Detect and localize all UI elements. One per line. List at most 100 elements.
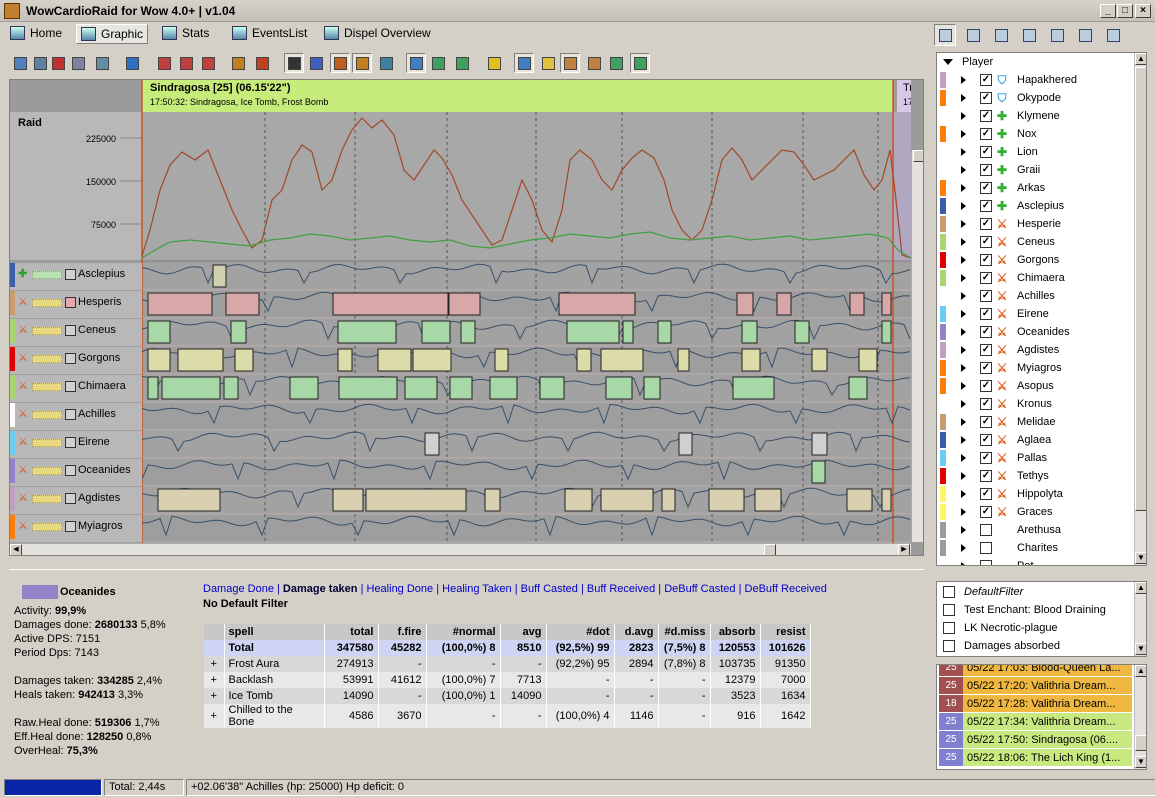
- player-checkbox[interactable]: ✓: [980, 110, 992, 122]
- stat-filter-link[interactable]: Damage taken: [283, 583, 358, 595]
- player-checkbox[interactable]: ✓: [980, 434, 992, 446]
- toolbar-button-5[interactable]: [92, 53, 112, 73]
- player-checkbox[interactable]: ✓: [980, 146, 992, 158]
- player-item[interactable]: Pet: [937, 558, 1132, 565]
- tab-dispel-overview[interactable]: Dispel Overview: [320, 24, 432, 44]
- filter-scrollbar[interactable]: ▲ ▼: [1134, 582, 1146, 656]
- stat-filter-link[interactable]: Buff Received: [587, 583, 655, 595]
- player-checkbox[interactable]: ✓: [980, 308, 992, 320]
- player-checkbox[interactable]: ✓: [980, 416, 992, 428]
- player-item[interactable]: ✓ ⛉ Okypode: [937, 90, 1132, 108]
- toolbar-button-6[interactable]: [122, 53, 142, 73]
- player-checkbox[interactable]: ✓: [980, 200, 992, 212]
- vscroll-thumb[interactable]: [913, 150, 923, 162]
- maximize-button[interactable]: □: [1117, 4, 1133, 18]
- table-row[interactable]: + Ice Tomb 14090- (100,0%) 1 14090- - -3523 163…: [204, 688, 811, 704]
- filter-list[interactable]: DefaultFilter Test Enchant: Blood Drainin…: [936, 581, 1147, 657]
- player-checkbox[interactable]: ✓: [980, 362, 992, 374]
- filter-checkbox[interactable]: [943, 640, 955, 652]
- toolbar-button-10[interactable]: [228, 53, 248, 73]
- tab-home[interactable]: Home: [6, 24, 68, 44]
- toolbar-button-3[interactable]: [48, 53, 68, 73]
- graph-area[interactable]: Sindragosa [25] (06.15'22") 17:50:32: Si…: [9, 79, 924, 556]
- expand-arrow-icon[interactable]: [961, 364, 966, 372]
- player-item[interactable]: ✓ ✚ Lion: [937, 144, 1132, 162]
- expand-arrow-icon[interactable]: [961, 400, 966, 408]
- encounter-list[interactable]: 25 05/22 17:03: Blood-Queen La... 25 05/22 …: [936, 664, 1147, 770]
- column-header[interactable]: [204, 624, 225, 640]
- player-item[interactable]: ✓ ⚔ Ceneus: [937, 234, 1132, 252]
- player-checkbox[interactable]: [980, 560, 992, 565]
- toolbar-button-22[interactable]: [538, 53, 558, 73]
- player-checkbox[interactable]: ✓: [980, 272, 992, 284]
- expand-arrow-icon[interactable]: [961, 292, 966, 300]
- expand-arrow-icon[interactable]: [961, 76, 966, 84]
- player-row-label[interactable]: ⚔ Chimaera: [10, 375, 142, 403]
- player-checkbox[interactable]: ✓: [980, 326, 992, 338]
- player-item[interactable]: ✓ ⚔ Chimaera: [937, 270, 1132, 288]
- encounter-item[interactable]: 25 05/22 17:50: Sindragosa (06....: [939, 731, 1132, 749]
- filter-checkbox[interactable]: [943, 622, 955, 634]
- expand-arrow-icon[interactable]: [961, 130, 966, 138]
- player-checkbox[interactable]: ✓: [980, 344, 992, 356]
- expand-toggle[interactable]: [204, 640, 225, 656]
- expand-arrow-icon[interactable]: [961, 508, 966, 516]
- player-item[interactable]: ✓ ⚔ Asopus: [937, 378, 1132, 396]
- player-item[interactable]: ✓ ⚔ Graces: [937, 504, 1132, 522]
- stat-filter-link[interactable]: Healing Taken: [442, 583, 512, 595]
- filter-scroll-down[interactable]: ▼: [1135, 643, 1146, 655]
- collapse-arrow-icon[interactable]: [943, 59, 953, 65]
- player-row-label[interactable]: ⚔ Eirene: [10, 431, 142, 459]
- expand-arrow-icon[interactable]: [961, 202, 966, 210]
- encounter-item[interactable]: 25 05/22 17:03: Blood-Queen La...: [939, 665, 1132, 677]
- player-item[interactable]: ✓ ✚ Nox: [937, 126, 1132, 144]
- toolbar-button-25[interactable]: [606, 53, 626, 73]
- player-checkbox[interactable]: ✓: [980, 128, 992, 140]
- toolbar-button-1[interactable]: [10, 53, 30, 73]
- player-item[interactable]: ✓ ✚ Arkas: [937, 180, 1132, 198]
- scroll-up-arrow[interactable]: ▲: [1135, 53, 1146, 65]
- filter-scroll-up[interactable]: ▲: [1135, 582, 1146, 594]
- player-checkbox[interactable]: ✓: [980, 506, 992, 518]
- toolbar-button-17[interactable]: [406, 53, 426, 73]
- player-item[interactable]: ✓ ✚ Graii: [937, 162, 1132, 180]
- player-checkbox[interactable]: ✓: [980, 398, 992, 410]
- expand-arrow-icon[interactable]: [961, 148, 966, 156]
- player-checkbox[interactable]: ✓: [980, 74, 992, 86]
- encounter-item[interactable]: 25 05/22 17:34: Valithria Dream...: [939, 713, 1132, 731]
- player-item[interactable]: ✓ ⛉ Hapakhered: [937, 72, 1132, 90]
- toolbar-button-19[interactable]: [452, 53, 472, 73]
- player-tree-thumb[interactable]: [1135, 67, 1146, 511]
- player-item[interactable]: ✓ ⚔ Aglaea: [937, 432, 1132, 450]
- toolbar-button-9[interactable]: [198, 53, 218, 73]
- player-checkbox[interactable]: ✓: [980, 452, 992, 464]
- player-item[interactable]: Charites: [937, 540, 1132, 558]
- expand-arrow-icon[interactable]: [961, 490, 966, 498]
- expand-toggle[interactable]: +: [204, 688, 225, 704]
- scroll-left-arrow[interactable]: ◀: [10, 544, 22, 555]
- expand-arrow-icon[interactable]: [961, 238, 966, 246]
- player-item[interactable]: ✓ ⚔ Tethys: [937, 468, 1132, 486]
- player-item[interactable]: ✓ ⚔ Kronus: [937, 396, 1132, 414]
- player-item[interactable]: ✓ ⚔ Hesperie: [937, 216, 1132, 234]
- graph-horizontal-scrollbar[interactable]: ◀ ▶: [10, 543, 911, 555]
- table-row[interactable]: Total 347580 45282 (100,0%) 8 8510 (92,5%) 99…: [204, 640, 811, 656]
- expand-arrow-icon[interactable]: [961, 220, 966, 228]
- player-row-label[interactable]: ✚ Asclepius: [10, 263, 142, 291]
- expand-arrow-icon[interactable]: [961, 454, 966, 462]
- tab-eventslist[interactable]: EventsList: [228, 24, 310, 44]
- toolbar-button-16[interactable]: [376, 53, 396, 73]
- expand-arrow-icon[interactable]: [961, 472, 966, 480]
- close-button[interactable]: ×: [1135, 4, 1151, 18]
- panel-button-3[interactable]: [990, 24, 1012, 46]
- toolbar-button-8[interactable]: [176, 53, 196, 73]
- player-row-label[interactable]: ⚔ Achilles: [10, 403, 142, 431]
- filter-checkbox[interactable]: [943, 604, 955, 616]
- panel-button-6[interactable]: [1074, 24, 1096, 46]
- column-header[interactable]: #dot: [546, 624, 615, 640]
- toolbar-button-21[interactable]: [514, 53, 534, 73]
- player-row-label[interactable]: ⚔ Oceanides: [10, 459, 142, 487]
- minimize-button[interactable]: _: [1100, 4, 1116, 18]
- stat-filter-link[interactable]: DeBuff Received: [745, 583, 827, 595]
- player-item[interactable]: ✓ ⚔ Melidae: [937, 414, 1132, 432]
